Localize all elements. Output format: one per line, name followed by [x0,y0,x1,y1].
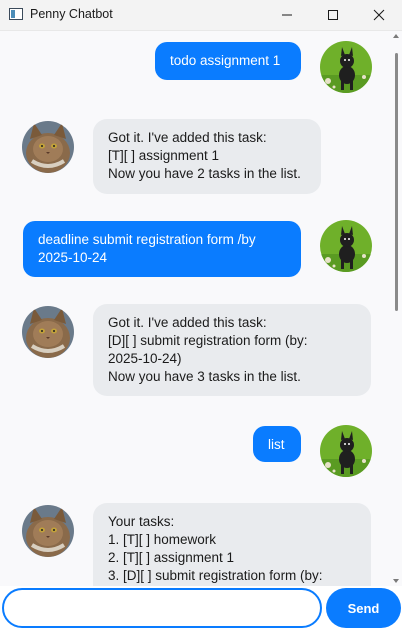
user-avatar [320,220,372,272]
title-bar: Penny Chatbot [0,0,402,31]
chat-history[interactable]: todo assignment 1 Got it. I've added thi… [0,31,390,586]
close-icon [373,9,385,21]
user-message: list [0,425,390,479]
bot-message: Your tasks: 1. [T][ ] homework 2. [T][ ]… [0,503,390,586]
window-title: Penny Chatbot [30,7,113,21]
user-bubble: deadline submit registration form /by 20… [23,221,301,277]
bot-bubble: Got it. I've added this task: [D][ ] sub… [93,304,371,396]
maximize-button[interactable] [310,0,356,30]
message-input[interactable] [2,588,322,628]
bot-message: Got it. I've added this task: [T][ ] ass… [0,119,390,199]
chat-scrollbar[interactable] [390,31,402,586]
scroll-up-arrow-icon[interactable] [393,34,399,38]
scroll-thumb[interactable] [395,53,398,311]
user-bubble: list [253,426,301,462]
user-bubble: todo assignment 1 [155,42,301,80]
bot-bubble: Got it. I've added this task: [T][ ] ass… [93,119,321,194]
maximize-icon [328,10,338,20]
cat-avatar-image [22,121,74,173]
cat-avatar-image [22,505,74,557]
user-message: deadline submit registration form /by 20… [0,220,390,280]
bot-avatar [22,121,74,173]
minimize-icon [282,14,292,16]
bot-bubble: Your tasks: 1. [T][ ] homework 2. [T][ ]… [93,503,371,586]
dog-avatar-image [320,41,372,93]
user-message: todo assignment 1 [0,41,390,101]
dog-avatar-image [320,425,372,477]
user-avatar [320,425,372,477]
cat-avatar-image [22,306,74,358]
bot-avatar [22,306,74,358]
user-avatar [320,41,372,93]
input-bar: Send [0,586,402,630]
minimize-button[interactable] [264,0,310,30]
scroll-down-arrow-icon[interactable] [393,579,399,583]
app-icon [9,8,23,20]
dog-avatar-image [320,220,372,272]
send-button[interactable]: Send [326,588,401,628]
close-button[interactable] [356,0,402,30]
bot-avatar [22,505,74,557]
bot-message: Got it. I've added this task: [D][ ] sub… [0,304,390,399]
